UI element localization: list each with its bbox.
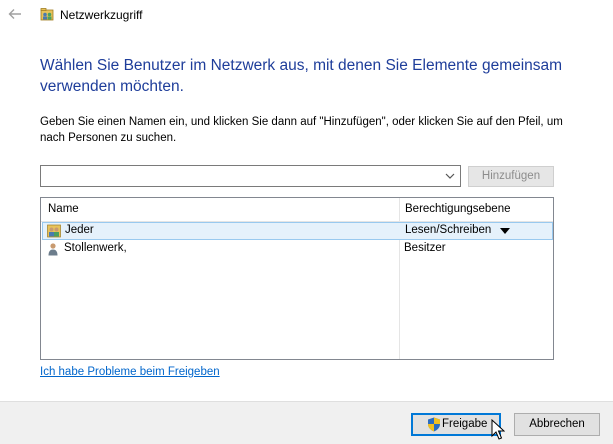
network-share-icon bbox=[40, 7, 54, 21]
name-input[interactable] bbox=[41, 166, 436, 186]
share-button-label: Freigabe bbox=[442, 418, 488, 430]
footer-bar: Freigabe Abbrechen bbox=[0, 401, 613, 444]
permission-dropdown[interactable]: Lesen/Schreiben bbox=[405, 224, 491, 236]
list-item[interactable]: Jeder Lesen/Schreiben bbox=[42, 222, 553, 240]
column-header-permission[interactable]: Berechtigungsebene bbox=[405, 203, 511, 215]
mouse-cursor-icon bbox=[491, 418, 506, 441]
cancel-button[interactable]: Abbrechen bbox=[514, 413, 600, 436]
row-name: Jeder bbox=[65, 224, 94, 236]
row-name: Stollenwerk, bbox=[64, 242, 127, 254]
back-arrow-icon[interactable] bbox=[8, 7, 26, 23]
share-button[interactable]: Freigabe bbox=[411, 413, 501, 436]
share-list[interactable]: Name Berechtigungsebene Jeder Lesen/Schr… bbox=[40, 197, 554, 360]
chevron-down-icon[interactable] bbox=[443, 168, 457, 184]
row-permission: Besitzer bbox=[404, 242, 446, 254]
name-combobox[interactable] bbox=[40, 165, 461, 187]
instructions-text: Geben Sie einen Namen ein, und klicken S… bbox=[40, 116, 563, 144]
list-item[interactable]: Stollenwerk, Besitzer bbox=[42, 241, 553, 259]
list-header: Name Berechtigungsebene bbox=[41, 198, 553, 222]
uac-shield-icon bbox=[427, 417, 441, 432]
users-group-icon bbox=[47, 224, 61, 238]
dropdown-arrow-icon[interactable] bbox=[500, 228, 510, 234]
window-title: Netzwerkzugriff bbox=[60, 8, 143, 22]
page-heading: Wählen Sie Benutzer im Netzwerk aus, mit… bbox=[40, 57, 563, 95]
title-bar: Netzwerkzugriff bbox=[0, 0, 613, 30]
add-button[interactable]: Hinzufügen bbox=[468, 166, 554, 187]
help-link[interactable]: Ich habe Probleme beim Freigeben bbox=[40, 366, 220, 378]
user-icon bbox=[46, 242, 60, 256]
column-header-name[interactable]: Name bbox=[48, 203, 79, 215]
